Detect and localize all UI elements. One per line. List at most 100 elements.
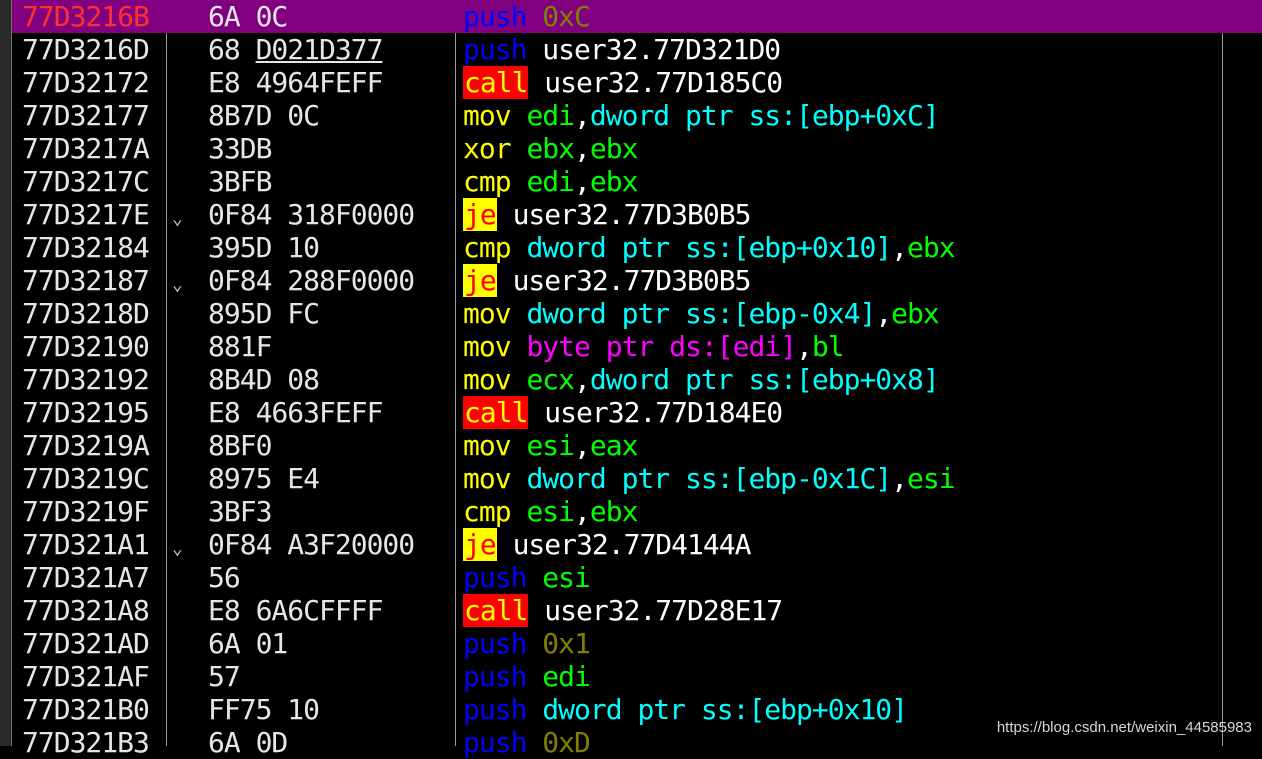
row-bytes-text: 395D 10 (208, 231, 320, 264)
disassembly-row[interactable]: 77D3217E ⌄ 0F84 318F0000 je user32.77D3B0B5 (12, 198, 1262, 231)
row-bytes-text: 0F84 288F0000 (208, 264, 415, 297)
row-instruction: mov edi,dword ptr ss:[ebp+0xC] (463, 99, 940, 132)
row-instruction: push 0xD (463, 726, 591, 759)
instruction-operand: eax (589, 429, 639, 462)
instruction-operand: edi (542, 660, 591, 693)
disassembly-row[interactable]: 77D321A1 ⌄ 0F84 A3F20000 je user32.77D4144A (12, 528, 1262, 561)
row-address: 77D3217C (22, 165, 150, 198)
instruction-operand: 0x1 (542, 627, 591, 660)
row-bytes: 8975 E4 (208, 462, 320, 495)
row-address: 77D321AD (22, 627, 150, 660)
operand-separator: , (796, 330, 813, 363)
disassembly-row[interactable]: 77D32190 881F mov byte ptr ds:[edi],bl (12, 330, 1262, 363)
row-instruction: push 0xC (463, 0, 591, 33)
row-bytes: 6A 01 (208, 627, 288, 660)
disassembly-view[interactable]: 77D3216B 6A 0C push 0xC 77D3216D 68 D021D377… (0, 0, 1262, 759)
operand-separator: , (875, 297, 892, 330)
instruction-operand: user32.77D3B0B5 (512, 198, 752, 231)
row-bytes: 0F84 A3F20000 (208, 528, 415, 561)
row-instruction: push esi (463, 561, 591, 594)
instruction-mnemonic: cmp (463, 231, 512, 264)
instruction-mnemonic: call (463, 594, 528, 627)
instruction-operand: ecx (526, 363, 575, 396)
disassembly-row[interactable]: 77D32177 8B7D 0C mov edi,dword ptr ss:[ebp… (12, 99, 1262, 132)
disassembly-row[interactable]: 77D321AF 57 push edi (12, 660, 1262, 693)
row-address: 77D321A7 (22, 561, 150, 594)
row-instruction: call user32.77D28E17 (463, 594, 783, 627)
instruction-mnemonic: je (463, 264, 497, 297)
row-instruction: je user32.77D3B0B5 (463, 198, 752, 231)
row-instruction: cmp esi,ebx (463, 495, 638, 528)
row-bytes-text: 8975 E4 (208, 462, 320, 495)
disassembly-row[interactable]: 77D3219C 8975 E4 mov dword ptr ss:[ebp-0x1… (12, 462, 1262, 495)
operand-separator: , (574, 99, 591, 132)
instruction-operand: user32.77D3B0B5 (512, 264, 752, 297)
disassembly-row[interactable]: 77D3216D 68 D021D377 push user32.77D321D0 (12, 33, 1262, 66)
row-bytes: E8 4663FEFF (208, 396, 383, 429)
row-bytes-text: 56 (208, 561, 241, 594)
row-instruction: je user32.77D4144A (463, 528, 752, 561)
row-bytes: 6A 0C (208, 0, 288, 33)
row-address: 77D3219A (22, 429, 150, 462)
row-bytes: 3BF3 (208, 495, 272, 528)
row-bytes-text: 57 (208, 660, 241, 693)
disassembly-row[interactable]: 77D321A7 56 push esi (12, 561, 1262, 594)
disassembly-row[interactable]: 77D32195 E8 4663FEFF call user32.77D184E0 (12, 396, 1262, 429)
row-instruction: mov dword ptr ss:[ebp-0x4],ebx (463, 297, 940, 330)
disassembly-row[interactable]: 77D3219F 3BF3 cmp esi,ebx (12, 495, 1262, 528)
instruction-operand: dword ptr ss:[ebp+0x10] (526, 231, 892, 264)
row-address: 77D3217E (22, 198, 150, 231)
disassembly-row[interactable]: 77D3217A 33DB xor ebx,ebx (12, 132, 1262, 165)
instruction-operand: user32.77D185C0 (544, 66, 783, 99)
row-instruction: xor ebx,ebx (463, 132, 639, 165)
instruction-operand: dword ptr ss:[ebp+0x8] (589, 363, 940, 396)
disassembly-row[interactable]: 77D3218D 895D FC mov dword ptr ss:[ebp-0x4… (12, 297, 1262, 330)
row-bytes-text: 6A 0C (208, 0, 288, 33)
disassembly-row[interactable]: 77D32187 ⌄ 0F84 288F0000 je user32.77D3B0B5 (12, 264, 1262, 297)
instruction-mnemonic: cmp (463, 165, 512, 198)
instruction-mnemonic: mov (463, 297, 512, 330)
instruction-mnemonic: je (463, 198, 497, 231)
row-instruction: mov dword ptr ss:[ebp-0x1C],esi (463, 462, 956, 495)
instruction-operand: user32.77D184E0 (544, 396, 783, 429)
row-bytes: 895D FC (208, 297, 320, 330)
row-bytes: 0F84 288F0000 (208, 264, 415, 297)
row-bytes-text: FF75 10 (208, 693, 320, 726)
instruction-mnemonic: push (463, 660, 527, 693)
row-bytes: 395D 10 (208, 231, 320, 264)
instruction-operand: ebx (589, 165, 639, 198)
row-address: 77D3216B (22, 0, 150, 33)
instruction-operand: ebx (891, 297, 940, 330)
instruction-operand: user32.77D4144A (512, 528, 752, 561)
disassembly-row[interactable]: 77D32184 395D 10 cmp dword ptr ss:[ebp+0x1… (12, 231, 1262, 264)
disassembly-row[interactable]: 77D321AD 6A 01 push 0x1 (12, 627, 1262, 660)
row-bytes: 0F84 318F0000 (208, 198, 415, 231)
instruction-mnemonic: je (463, 528, 497, 561)
disassembly-row[interactable]: 77D3217C 3BFB cmp edi,ebx (12, 165, 1262, 198)
row-bytes-text: 881F (208, 330, 272, 363)
row-address: 77D32184 (22, 231, 150, 264)
row-address: 77D32177 (22, 99, 150, 132)
row-address: 77D32195 (22, 396, 150, 429)
disassembly-row[interactable]: 77D32192 8B4D 08 mov ecx,dword ptr ss:[ebp… (12, 363, 1262, 396)
row-bytes: 8BF0 (208, 429, 272, 462)
instruction-operand: 0xC (542, 0, 591, 33)
instruction-operand: ebx (907, 231, 956, 264)
instruction-mnemonic: push (463, 627, 527, 660)
row-instruction: call user32.77D185C0 (463, 66, 783, 99)
row-instruction: mov ecx,dword ptr ss:[ebp+0x8] (463, 363, 940, 396)
row-bytes-text: E8 4663FEFF (208, 396, 383, 429)
instruction-mnemonic: push (463, 33, 527, 66)
disassembly-row[interactable]: 77D3216B 6A 0C push 0xC (12, 0, 1262, 33)
breakpoint-gutter[interactable] (0, 0, 12, 746)
row-instruction: call user32.77D184E0 (463, 396, 783, 429)
row-bytes-text: 895D FC (208, 297, 320, 330)
instruction-operand: ebx (589, 132, 639, 165)
row-bytes: 56 (208, 561, 241, 594)
instruction-operand: byte ptr ds:[edi] (526, 330, 797, 363)
disassembly-row[interactable]: 77D32172 E8 4964FEFF call user32.77D185C0 (12, 66, 1262, 99)
row-bytes-text: 6A 0D (208, 726, 288, 759)
disassembly-row[interactable]: 77D3219A 8BF0 mov esi,eax (12, 429, 1262, 462)
disassembly-row[interactable]: 77D321A8 E8 6A6CFFFF call user32.77D28E17 (12, 594, 1262, 627)
row-bytes-text: 33DB (208, 132, 272, 165)
